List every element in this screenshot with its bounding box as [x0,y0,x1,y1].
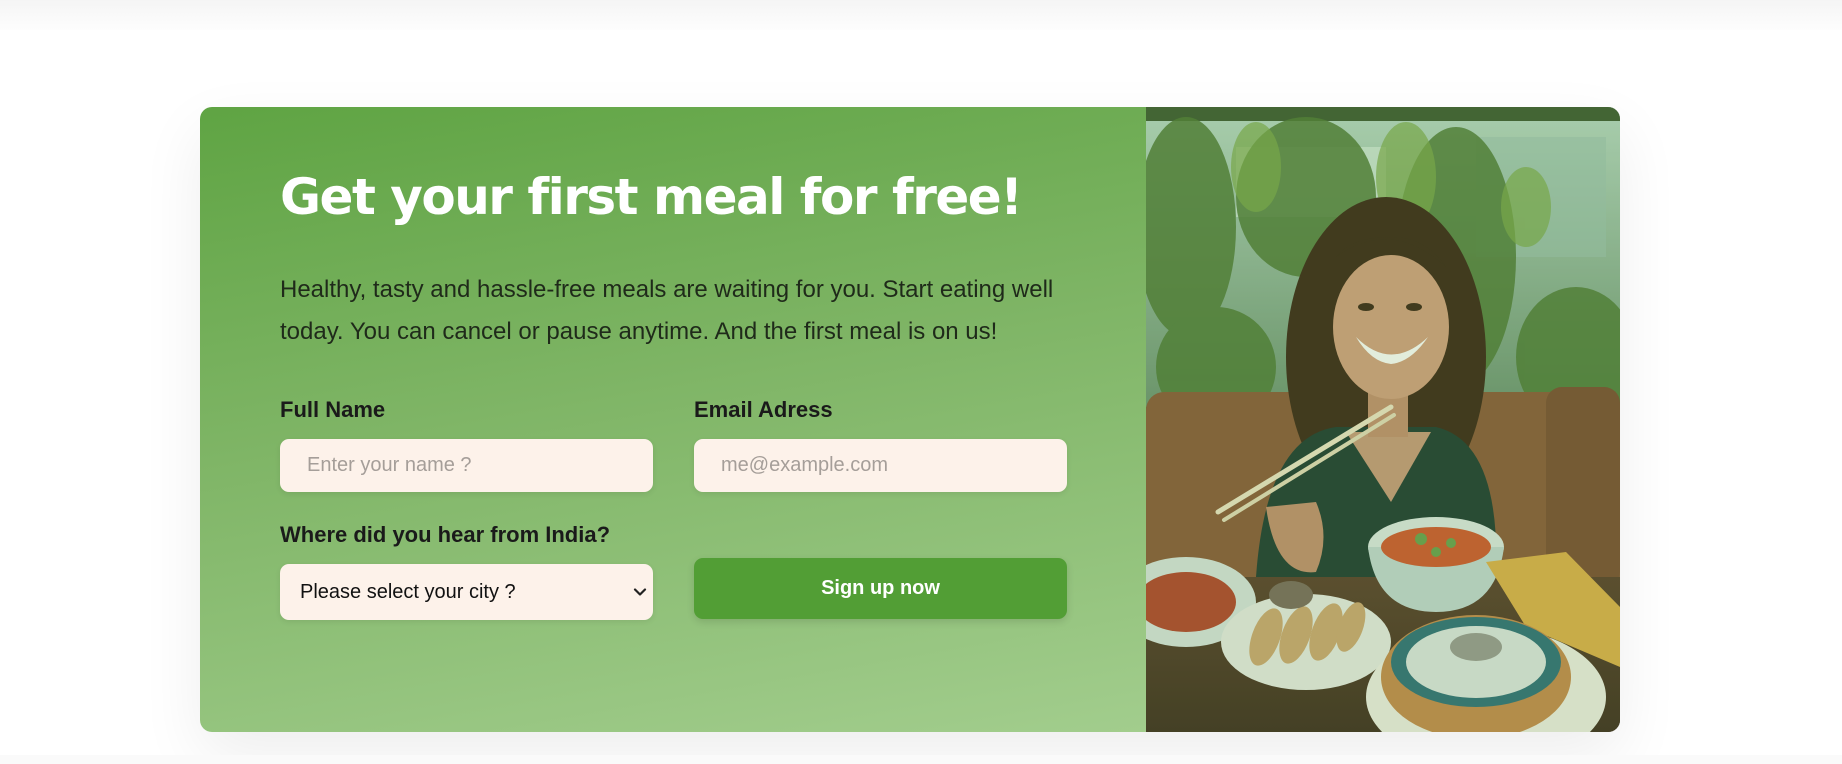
cta-heading: Get your first meal for free! [280,168,1023,226]
sign-up-button[interactable]: Sign up now [694,558,1067,619]
email-group: Email Adress [694,397,1067,492]
bottom-strip [0,755,1842,764]
meal-photo [1146,107,1620,732]
cta-card: Get your first meal for free! Healthy, t… [200,107,1620,732]
email-label: Email Adress [694,397,833,422]
cta-description: Healthy, tasty and hassle-free meals are… [280,276,1054,345]
full-name-label: Full Name [280,397,386,422]
full-name-input[interactable] [280,439,653,492]
top-strip [0,0,1842,30]
source-group: Where did you hear from India? Please se… [280,522,653,620]
woman-eating-meal-photo [1146,107,1620,732]
full-name-group: Full Name [280,397,653,492]
signup-form: Full Name Email Adress Where did you hea… [280,397,1067,620]
source-label: Where did you hear from India? [280,522,611,547]
chevron-down-icon [633,588,647,596]
email-input[interactable] [694,439,1067,492]
submit-group: Sign up now [694,522,1067,620]
city-select-value: Please select your city ? [300,581,516,603]
city-select[interactable]: Please select your city ? [280,564,653,620]
cta-text-panel: Get your first meal for free! Healthy, t… [200,107,1146,732]
